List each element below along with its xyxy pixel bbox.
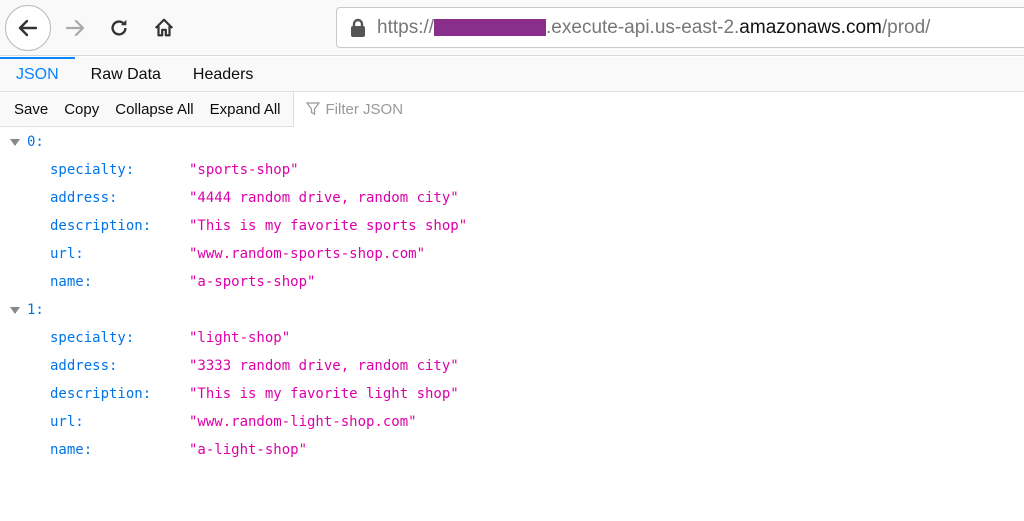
json-value: "sports-shop" bbox=[189, 162, 299, 178]
json-key: name: bbox=[50, 274, 93, 290]
json-key: url: bbox=[50, 246, 84, 262]
json-field-row: url: "www.random-sports-shop.com" bbox=[0, 240, 425, 268]
back-button[interactable] bbox=[5, 5, 51, 51]
filter-json-input[interactable] bbox=[325, 100, 626, 118]
url-subdomain: .execute-api.us-east-2. bbox=[546, 16, 740, 38]
tab-headers[interactable]: Headers bbox=[177, 57, 269, 92]
json-value: "This is my favorite light shop" bbox=[189, 386, 459, 402]
tab-json[interactable]: JSON bbox=[0, 57, 75, 92]
reload-icon bbox=[111, 19, 127, 36]
json-value: "www.random-sports-shop.com" bbox=[189, 246, 426, 262]
json-value: "light-shop" bbox=[189, 330, 291, 346]
json-key: description: bbox=[50, 386, 152, 402]
url-path: /prod/ bbox=[881, 16, 931, 38]
json-value: "www.random-light-shop.com" bbox=[189, 414, 417, 430]
collapse-all-button[interactable]: Collapse All bbox=[107, 101, 201, 118]
filter-icon bbox=[305, 102, 320, 115]
forward-button[interactable] bbox=[58, 10, 92, 46]
address-bar[interactable]: https:// .execute-api.us-east-2. amazonaws… bbox=[336, 7, 1024, 48]
url-scheme: https:// bbox=[377, 16, 435, 38]
lock-icon bbox=[351, 18, 365, 37]
viewer-tabs: JSON Raw Data Headers bbox=[0, 57, 1024, 92]
json-value: "a-sports-shop" bbox=[189, 274, 316, 290]
json-field-row: name: "a-sports-shop" bbox=[0, 268, 315, 296]
json-toolbar: Save Copy Collapse All Expand All bbox=[0, 91, 1024, 127]
json-value: "3333 random drive, random city" bbox=[189, 358, 459, 374]
json-key: address: bbox=[50, 190, 118, 206]
home-icon bbox=[154, 18, 174, 37]
json-value: "a-light-shop" bbox=[189, 442, 308, 458]
json-field-row: specialty: "light-shop" bbox=[0, 324, 290, 352]
url-host: amazonaws.com bbox=[739, 16, 882, 38]
home-button[interactable] bbox=[146, 10, 182, 46]
json-field-row: name: "a-light-shop" bbox=[0, 436, 307, 464]
json-object-row[interactable]: 0: bbox=[0, 128, 44, 156]
expand-all-button[interactable]: Expand All bbox=[202, 101, 289, 118]
json-field-row: address: "4444 random drive, random city" bbox=[0, 184, 459, 212]
arrow-right-icon bbox=[65, 19, 85, 37]
filter-box bbox=[292, 91, 1024, 127]
expand-toggle-icon[interactable] bbox=[10, 139, 20, 146]
json-field-row: description: "This is my favorite sports … bbox=[0, 212, 467, 240]
browser-toolbar: https:// .execute-api.us-east-2. amazonaws… bbox=[0, 0, 1024, 56]
redacted-block bbox=[434, 19, 547, 36]
json-key: url: bbox=[50, 414, 84, 430]
json-field-row: address: "3333 random drive, random city" bbox=[0, 352, 459, 380]
reload-button[interactable] bbox=[102, 10, 136, 46]
json-field-row: url: "www.random-light-shop.com" bbox=[0, 408, 417, 436]
json-value: "4444 random drive, random city" bbox=[189, 190, 459, 206]
json-field-row: description: "This is my favorite light s… bbox=[0, 380, 459, 408]
save-button[interactable]: Save bbox=[6, 101, 56, 118]
object-index: 1: bbox=[27, 302, 44, 318]
tab-raw-data[interactable]: Raw Data bbox=[75, 57, 177, 92]
json-tree: 0: specialty: "sports-shop" address: "4444 r… bbox=[0, 128, 467, 464]
expand-toggle-icon[interactable] bbox=[10, 307, 20, 314]
json-key: address: bbox=[50, 358, 118, 374]
json-field-row: specialty: "sports-shop" bbox=[0, 156, 299, 184]
copy-button[interactable]: Copy bbox=[56, 101, 107, 118]
object-index: 0: bbox=[27, 134, 44, 150]
json-key: description: bbox=[50, 218, 152, 234]
json-object-row[interactable]: 1: bbox=[0, 296, 44, 324]
json-key: specialty: bbox=[50, 330, 135, 346]
json-key: specialty: bbox=[50, 162, 135, 178]
arrow-left-icon bbox=[18, 19, 38, 37]
json-key: name: bbox=[50, 442, 93, 458]
json-value: "This is my favorite sports shop" bbox=[189, 218, 468, 234]
